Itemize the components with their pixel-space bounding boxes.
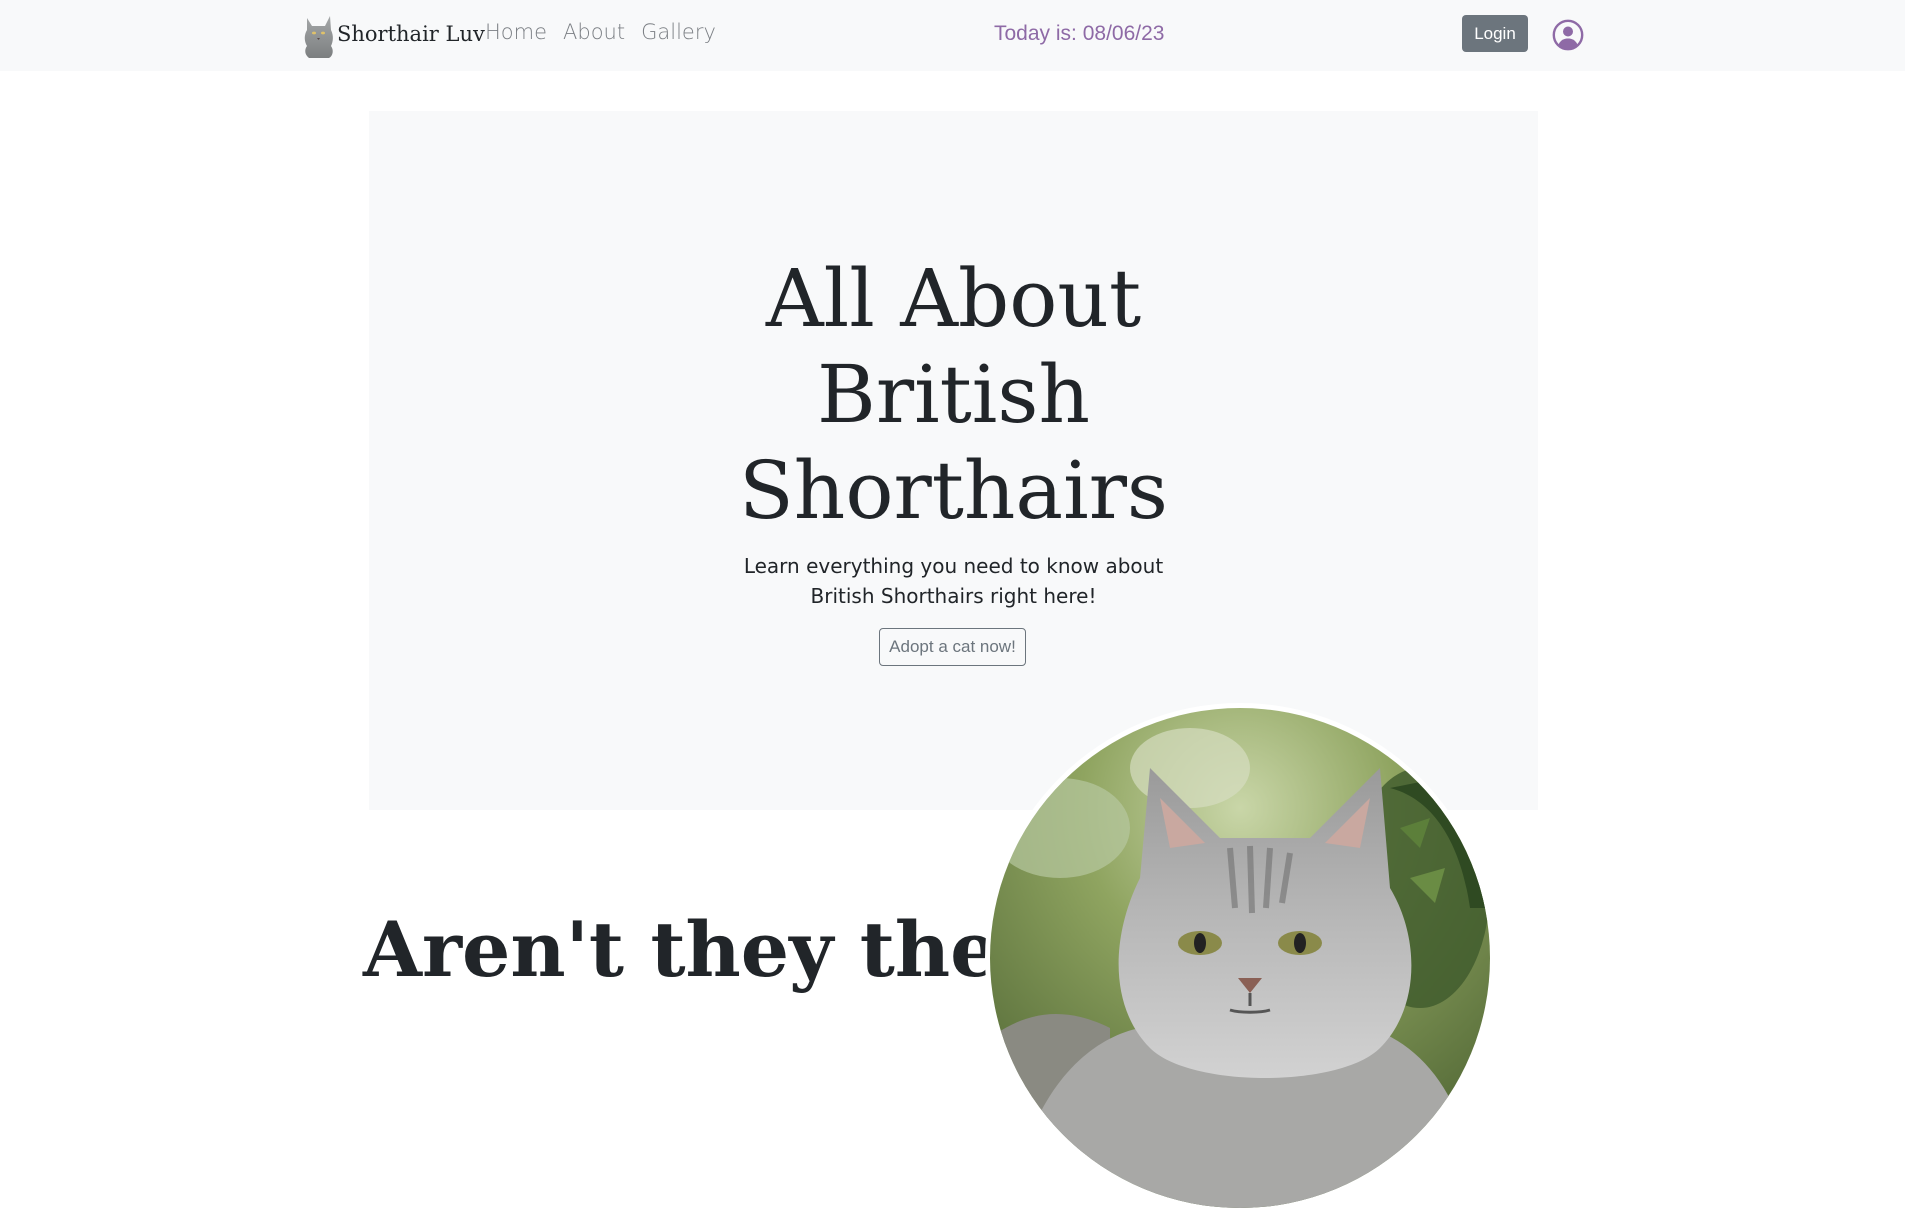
hero-title-line: Shorthairs xyxy=(739,444,1168,537)
hero-title-line: British xyxy=(817,348,1090,441)
cat-photo-image xyxy=(990,708,1490,1208)
hero-section: All About British Shorthairs Learn every… xyxy=(369,111,1538,810)
hero-subtitle-line: Learn everything you need to know about xyxy=(743,554,1164,578)
hero-subtitle-line: British Shorthairs right here! xyxy=(810,584,1097,608)
hero-title-line: All About xyxy=(765,252,1142,345)
cat-logo-icon xyxy=(304,16,333,58)
nav-links: Home About Gallery xyxy=(485,20,716,44)
cat-photo xyxy=(985,703,1495,1213)
section-heading: Aren't they the xyxy=(363,905,999,994)
user-circle-icon[interactable] xyxy=(1552,19,1584,51)
hero-title: All About British Shorthairs xyxy=(369,251,1538,539)
nav-link-about[interactable]: About xyxy=(563,20,625,44)
brand-name: Shorthair Luv xyxy=(337,22,485,46)
nav-link-home[interactable]: Home xyxy=(485,20,547,44)
navbar: Shorthair Luv Home About Gallery Today i… xyxy=(0,0,1905,71)
hero-subtitle: Learn everything you need to know about … xyxy=(369,551,1538,611)
adopt-cat-button[interactable]: Adopt a cat now! xyxy=(879,628,1026,666)
today-date: Today is: 08/06/23 xyxy=(994,22,1165,45)
login-button[interactable]: Login xyxy=(1462,15,1528,52)
nav-link-gallery[interactable]: Gallery xyxy=(641,20,716,44)
brand-link[interactable]: Shorthair Luv xyxy=(303,12,485,58)
